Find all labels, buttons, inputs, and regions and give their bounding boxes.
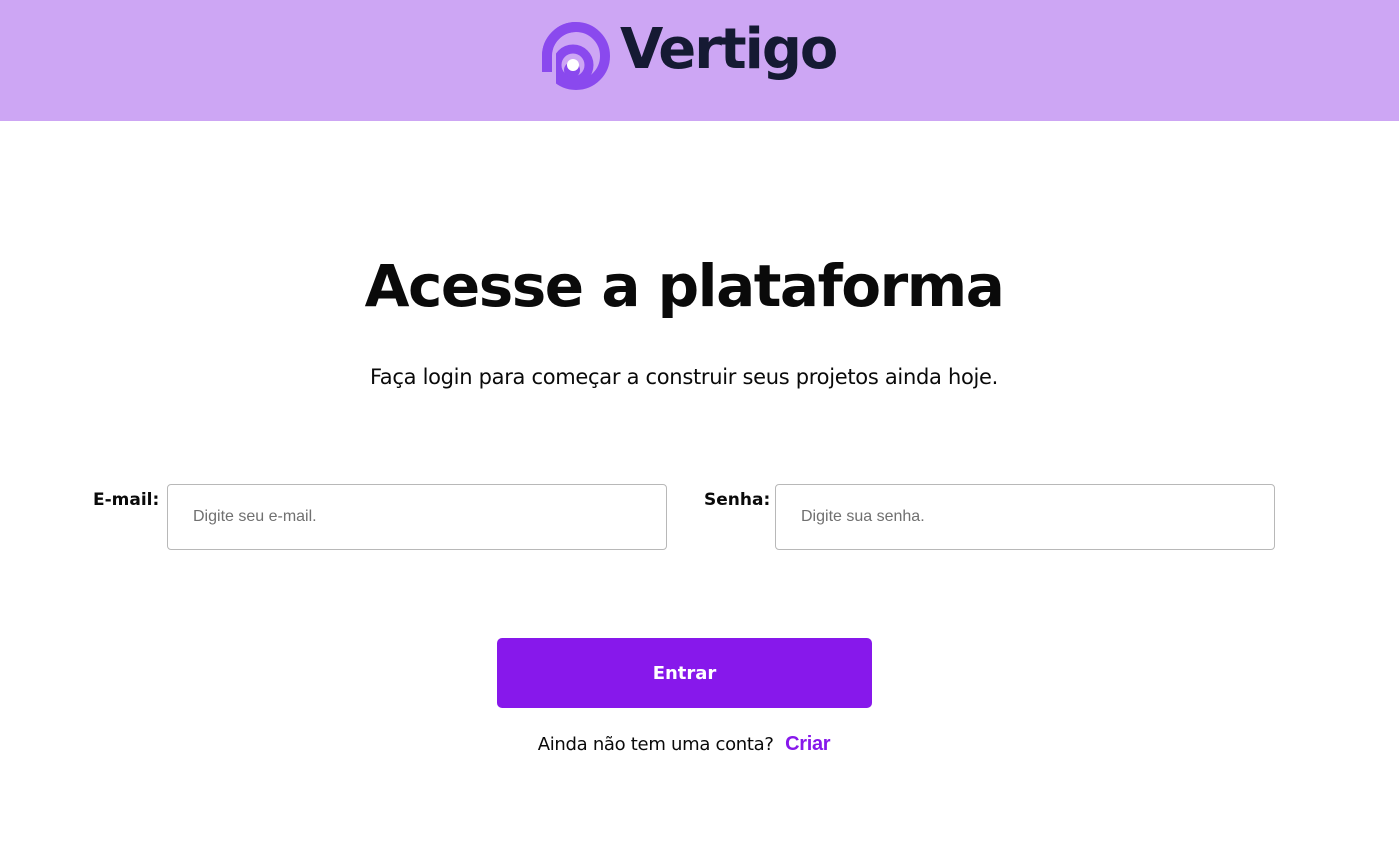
create-account-link[interactable]: Criar [785, 733, 831, 755]
page-title: Acesse a plataforma [364, 252, 1005, 320]
login-button[interactable]: Entrar [497, 638, 872, 708]
signup-prompt: Ainda não tem uma conta? Criar [0, 733, 1368, 756]
header-bar: Vertigo [0, 0, 1399, 121]
password-label: Senha: [704, 490, 771, 510]
signup-prompt-text: Ainda não tem uma conta? [537, 734, 774, 755]
logo[interactable]: Vertigo [542, 12, 838, 92]
logo-text: Vertigo [620, 17, 838, 82]
password-field[interactable] [775, 484, 1275, 550]
email-label: E-mail: [93, 490, 160, 510]
page-subtitle: Faça login para começar a construir seus… [369, 365, 999, 389]
vertigo-spiral-icon [542, 22, 610, 92]
email-field[interactable] [167, 484, 667, 550]
